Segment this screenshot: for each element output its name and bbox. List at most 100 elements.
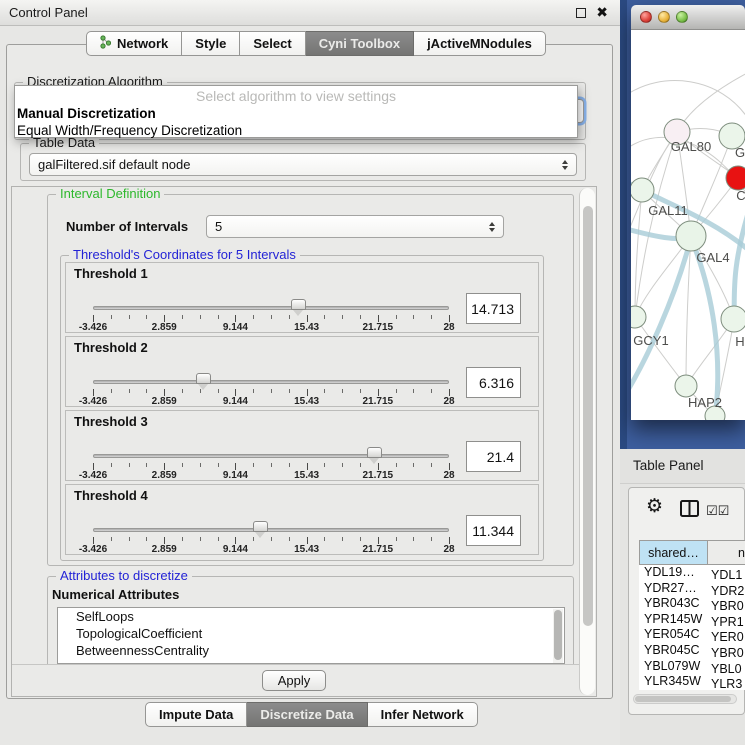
attribute-item-topologicalcoefficient[interactable]: TopologicalCoefficient [58, 625, 564, 642]
settings-scrollbar[interactable] [579, 188, 595, 695]
network-node[interactable] [631, 306, 646, 328]
network-edge[interactable] [631, 81, 745, 120]
slider-tick-label: 9.144 [223, 322, 248, 333]
columns-icon[interactable] [680, 500, 699, 522]
threshold-value-field[interactable]: 21.4 [466, 441, 521, 472]
close-traffic-light-icon[interactable] [640, 11, 652, 23]
network-canvas[interactable]: GAL80GCGAL11GAL4GCY1HHAP2 [631, 30, 745, 420]
network-node[interactable] [721, 306, 745, 332]
cell-name: YBR0 [707, 646, 744, 660]
slider-tick-label: 28 [443, 322, 454, 333]
tab-style[interactable]: Style [182, 31, 240, 56]
tab-infer-network[interactable]: Infer Network [368, 702, 478, 727]
network-node[interactable] [676, 221, 706, 251]
slider-thumb[interactable] [367, 447, 382, 458]
network-node[interactable] [675, 375, 697, 397]
slider-tick-label: -3.426 [79, 396, 107, 407]
network-node[interactable] [631, 178, 654, 202]
attribute-item-betweennesscentrality[interactable]: BetweennessCentrality [58, 642, 564, 659]
table-hscrollbar-thumb[interactable] [635, 696, 731, 702]
slider-tick [431, 537, 432, 541]
slider-tick-label: 2.859 [152, 470, 177, 481]
slider-tick [200, 537, 201, 541]
network-window-titlebar[interactable] [631, 5, 745, 30]
checkbox-icons[interactable]: ☑☑ [706, 503, 729, 519]
table-row[interactable]: YPR145WYPR1 [639, 612, 745, 628]
float-window-icon[interactable] [576, 8, 586, 18]
algorithm-option-manual-discretization[interactable]: Manual Discretization [15, 105, 577, 122]
table-data-combobox[interactable]: galFiltered.sif default node [29, 153, 577, 176]
table-row[interactable]: YLR345WYLR3 [639, 674, 745, 690]
slider-thumb[interactable] [291, 299, 306, 310]
slider-tick [324, 537, 325, 541]
slider-tick [324, 463, 325, 467]
threshold-slider[interactable]: -3.4262.8599.14415.4321.71528 [93, 299, 449, 333]
attributes-scrollbar-thumb[interactable] [554, 610, 562, 660]
slider-tick [271, 463, 272, 467]
slider-tick [413, 537, 414, 541]
slider-thumb[interactable] [253, 521, 268, 532]
table-hscrollbar[interactable] [633, 694, 737, 704]
slider-tick [449, 463, 450, 470]
network-edge[interactable] [635, 132, 677, 317]
numerical-attributes-label: Numerical Attributes [52, 587, 179, 602]
attribute-item-selfloops[interactable]: SelfLoops [58, 608, 564, 625]
slider-tick-label: 15.43 [294, 544, 319, 555]
tab-label: Network [117, 36, 168, 51]
threshold-value-field[interactable]: 14.713 [466, 293, 521, 324]
slider-tick-label: 9.144 [223, 544, 248, 555]
slider-tick [200, 315, 201, 319]
close-icon[interactable]: ✖ [596, 4, 608, 21]
gear-icon[interactable]: ⚙ [646, 497, 663, 516]
tab-network[interactable]: Network [86, 31, 182, 56]
slider-tick-label: 15.43 [294, 470, 319, 481]
minimize-traffic-light-icon[interactable] [658, 11, 670, 23]
slider-tick [218, 463, 219, 467]
zoom-traffic-light-icon[interactable] [676, 11, 688, 23]
column-header-name[interactable]: n [708, 540, 745, 565]
tab-discretize-data[interactable]: Discretize Data [247, 702, 367, 727]
table-row[interactable]: YER054CYER0 [639, 627, 745, 643]
slider-track[interactable] [93, 528, 449, 532]
threshold-value-field[interactable]: 11.344 [466, 515, 521, 546]
table-row[interactable]: YBL079WYBL0 [639, 659, 745, 675]
network-graph: GAL80GCGAL11GAL4GCY1HHAP2 [631, 30, 745, 420]
slider-tick-label: 9.144 [223, 470, 248, 481]
cell-shared-name: YLR345W [639, 674, 707, 688]
attributes-scrollbar[interactable] [553, 609, 563, 663]
table-row[interactable]: YDR27…YDR2 [639, 581, 745, 597]
slider-tick [342, 389, 343, 393]
algorithm-placeholder-option[interactable]: Select algorithm to view settings [15, 86, 577, 105]
threshold-slider[interactable]: -3.4262.8599.14415.4321.71528 [93, 521, 449, 555]
table-row[interactable]: YBR043CYBR0 [639, 596, 745, 612]
number-of-intervals-combobox[interactable]: 5 [206, 215, 504, 238]
table-row[interactable]: YDL19…YDL1 [639, 565, 745, 581]
slider-tick [449, 389, 450, 396]
tab-select[interactable]: Select [240, 31, 305, 56]
network-edge[interactable] [635, 190, 642, 317]
tab-cyni-toolbox[interactable]: Cyni Toolbox [306, 31, 414, 56]
threshold-value-field[interactable]: 6.316 [466, 367, 521, 398]
threshold-label: Threshold 3 [74, 414, 148, 429]
numerical-attributes-list[interactable]: SelfLoopsTopologicalCoefficientBetweenne… [57, 607, 565, 664]
slider-thumb[interactable] [196, 373, 211, 384]
network-edge-thick[interactable] [734, 210, 745, 319]
threshold-slider[interactable]: -3.4262.8599.14415.4321.71528 [93, 447, 449, 481]
apply-button[interactable]: Apply [262, 670, 326, 691]
table-row[interactable]: YBR045CYBR0 [639, 643, 745, 659]
cell-shared-name: YBL079W [639, 659, 707, 673]
network-node[interactable] [726, 166, 745, 190]
slider-track[interactable] [93, 306, 449, 310]
slider-tick-label: 21.715 [363, 470, 394, 481]
thresholds-group-title: Threshold's Coordinates for 5 Intervals [69, 247, 300, 262]
algorithm-option-equal-width-frequency-discretization[interactable]: Equal Width/Frequency Discretization [15, 122, 577, 139]
column-header-shared-name[interactable]: shared… [639, 540, 708, 565]
slider-track[interactable] [93, 380, 449, 384]
threshold-label: Threshold 4 [74, 488, 148, 503]
slider-tick [93, 315, 94, 322]
threshold-slider[interactable]: -3.4262.8599.14415.4321.71528 [93, 373, 449, 407]
settings-scrollbar-thumb[interactable] [583, 206, 593, 626]
tab-jactivemnodules[interactable]: jActiveMNodules [414, 31, 546, 56]
slider-track[interactable] [93, 454, 449, 458]
tab-impute-data[interactable]: Impute Data [145, 702, 247, 727]
